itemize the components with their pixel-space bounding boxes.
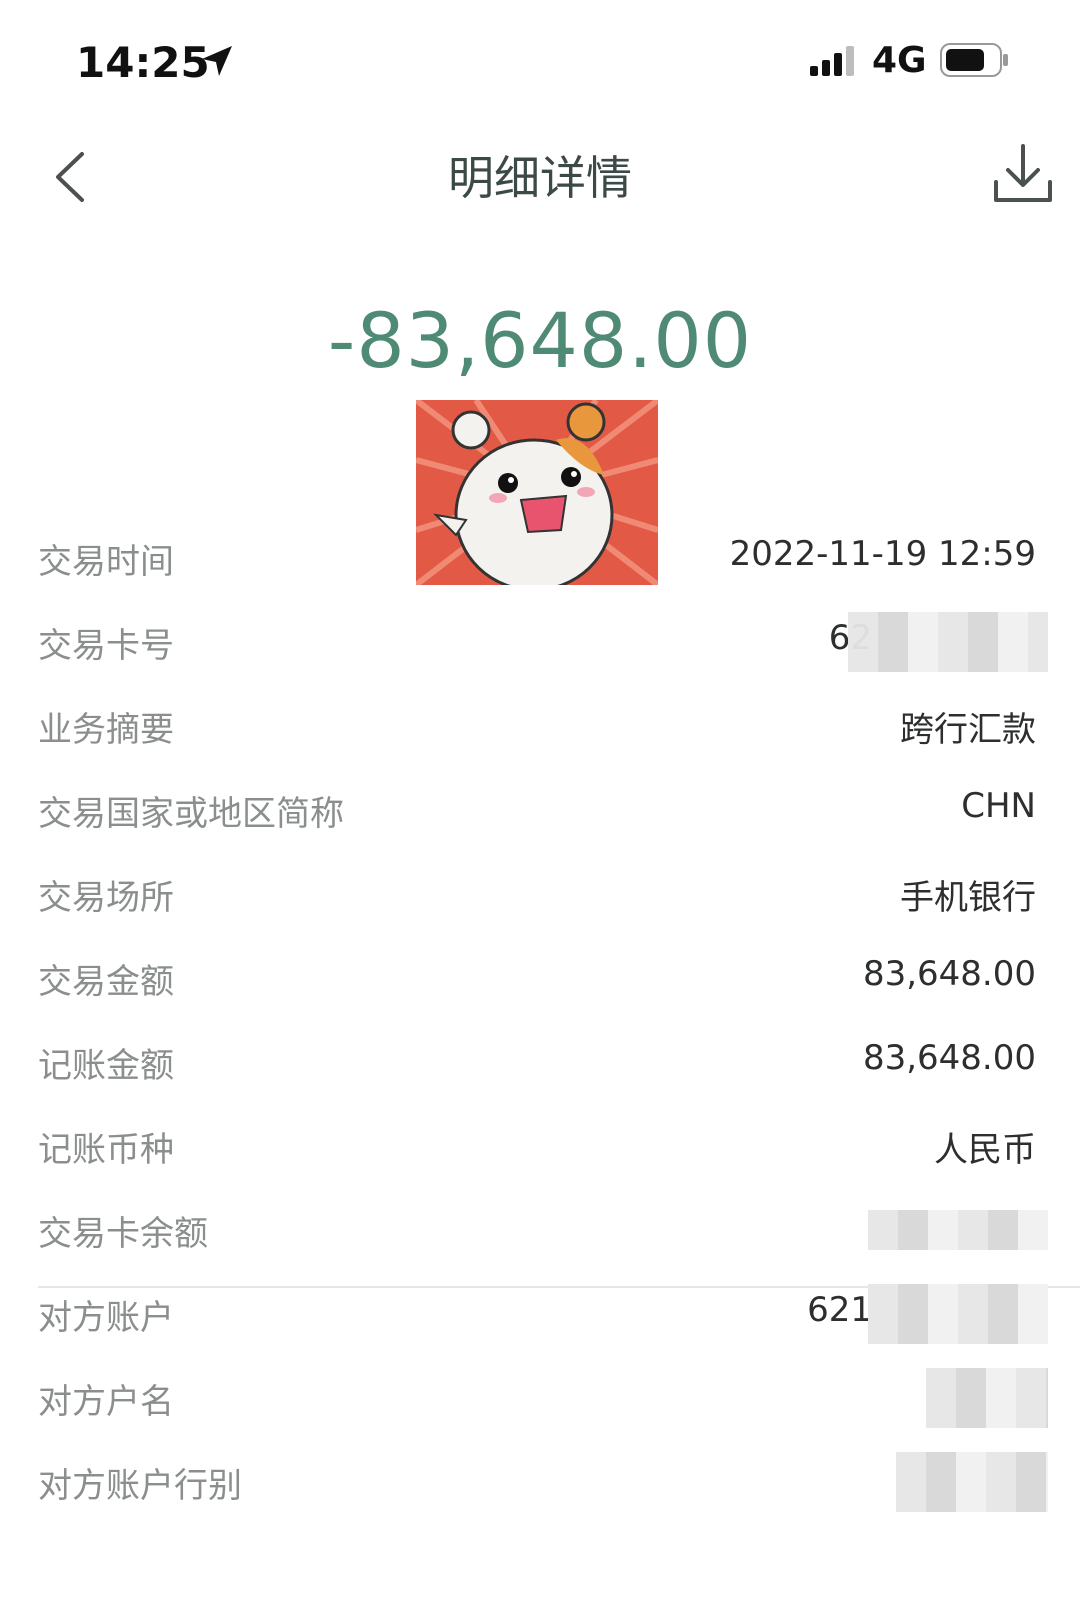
transaction-detail-page: 14:25 4G 明细详情 -83,648.00 交易时间 2022-11-19… [0,0,1080,1610]
redacted-block [868,1284,1048,1344]
network-type: 4G [872,40,927,81]
detail-row-counterparty-bank: 对方账户行别 [0,1440,1080,1520]
row-value: 人民币 [934,1130,1036,1170]
row-value: 621 [807,1290,872,1330]
redacted-block [848,612,1048,672]
redacted-block [926,1368,1048,1428]
detail-row-card-balance: 交易卡余额 [0,1188,1080,1268]
row-value: CHN [961,786,1036,826]
row-label: 交易时间 [38,542,174,582]
detail-row-currency: 记账币种 人民币 [0,1104,1080,1184]
detail-row-counterparty-name: 对方户名 [0,1356,1080,1436]
battery-icon [940,43,1008,77]
detail-row-summary: 业务摘要 跨行汇款 [0,684,1080,764]
row-label: 交易卡号 [38,626,174,666]
row-value: 83,648.00 [862,954,1036,994]
detail-row-venue: 交易场所 手机银行 [0,852,1080,932]
detail-row-posted-amount: 记账金额 83,648.00 [0,1020,1080,1100]
detail-row-transaction-time: 交易时间 2022-11-19 12:59 [0,516,1080,596]
nav-bar: 明细详情 [0,120,1080,230]
detail-row-counterparty-account: 对方账户 621 [0,1272,1080,1352]
transaction-amount: -83,648.00 [327,296,753,385]
row-value: 83,648.00 [862,1038,1036,1078]
row-label: 交易卡余额 [38,1214,208,1254]
download-button[interactable] [988,140,1058,210]
row-label: 交易国家或地区简称 [38,794,344,834]
redacted-block [868,1210,1048,1250]
detail-row-country: 交易国家或地区简称 CHN [0,768,1080,848]
row-value: 手机银行 [900,878,1036,918]
detail-row-transaction-amount: 交易金额 83,648.00 [0,936,1080,1016]
row-label: 记账金额 [38,1046,174,1086]
row-label: 对方户名 [38,1382,174,1422]
row-label: 交易金额 [38,962,174,1002]
signal-icon [810,46,854,76]
row-label: 业务摘要 [38,710,174,750]
redacted-block [896,1452,1048,1512]
row-value: 2022-11-19 12:59 [729,534,1036,574]
page-title: 明细详情 [448,151,632,205]
row-label: 对方账户 [38,1298,174,1338]
row-label: 交易场所 [38,878,174,918]
row-value: 跨行汇款 [900,710,1036,750]
status-time: 14:25 [76,38,210,87]
location-arrow-icon [202,46,232,76]
download-icon [994,144,1052,202]
status-bar: 14:25 4G [0,0,1080,120]
row-label: 记账币种 [38,1130,174,1170]
detail-row-card-number: 交易卡号 62 [0,600,1080,680]
row-label: 对方账户行别 [38,1466,242,1506]
